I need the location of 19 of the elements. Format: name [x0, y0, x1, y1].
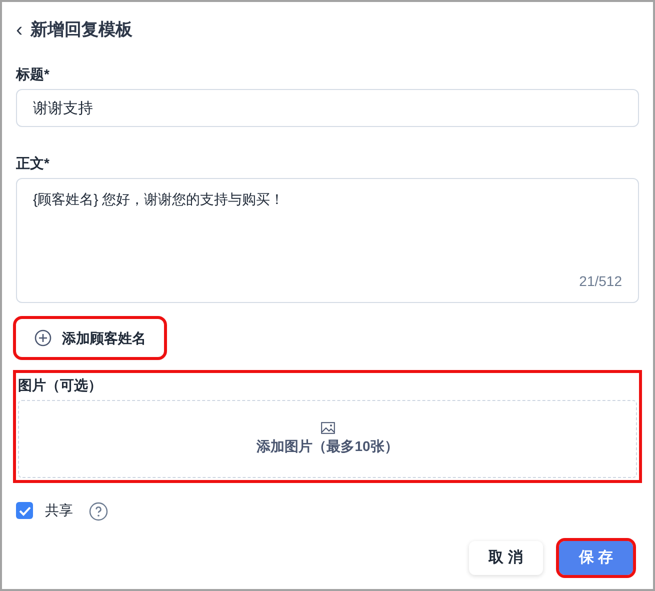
body-text: {顾客姓名} 您好，谢谢您的支持与购买！	[33, 190, 286, 209]
upload-text: 添加图片（最多10张）	[256, 436, 398, 456]
page-title: 新增回复模板	[30, 19, 133, 42]
back-button[interactable]: ‹	[16, 20, 23, 40]
char-counter: 21/512	[579, 272, 622, 291]
title-input[interactable]: 谢谢支持	[16, 89, 639, 127]
share-checkbox[interactable]	[16, 502, 33, 519]
body-textarea[interactable]: {顾客姓名} 您好，谢谢您的支持与购买！ 21/512	[16, 178, 639, 303]
help-icon[interactable]	[89, 502, 108, 521]
plus-circle-icon	[34, 329, 52, 347]
field-label: 图片（可选）	[18, 376, 103, 395]
field-label: 标题*	[16, 65, 50, 84]
cancel-button[interactable]: 取 消	[468, 541, 543, 575]
image-icon	[320, 422, 334, 434]
share-label: 共享	[45, 501, 73, 520]
save-button[interactable]: 保 存	[558, 541, 633, 575]
image-dropzone[interactable]: 添加图片（最多10张）	[18, 400, 637, 478]
add-name-button[interactable]: 添加顾客姓名	[16, 319, 164, 357]
field-label: 正文*	[16, 154, 50, 173]
